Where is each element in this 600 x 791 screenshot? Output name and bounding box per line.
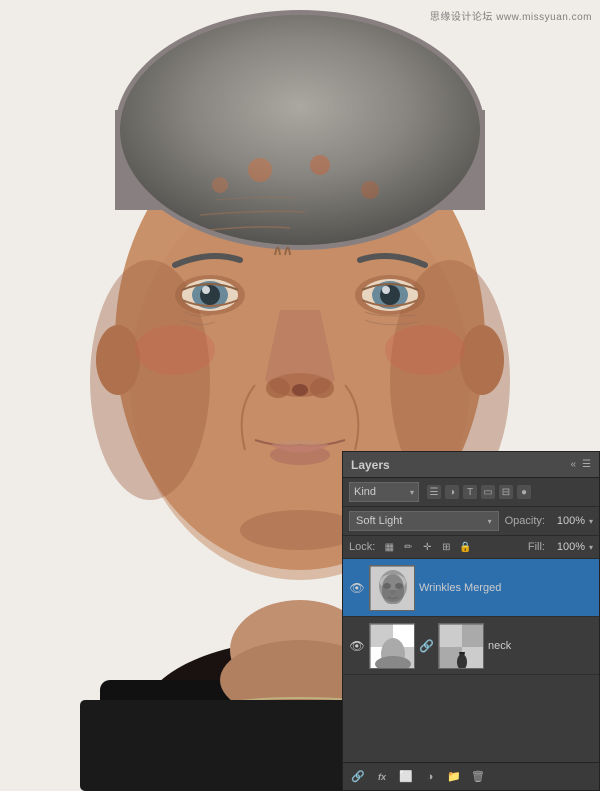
opacity-value[interactable]: 100% xyxy=(549,515,585,527)
add-group-button[interactable]: 📁 xyxy=(445,768,463,786)
kind-chevron-icon: ▾ xyxy=(410,488,414,497)
kind-dropdown-label: Kind xyxy=(354,486,376,498)
layer-link-icon: 🔗 xyxy=(419,639,434,653)
lock-row: Lock: ▦ ✏ ✛ ⊞ 🔒 Fill: 100% ▾ xyxy=(343,536,599,559)
shape-filter-icon[interactable]: ▭ xyxy=(481,485,495,499)
panel-header: Layers « ☰ xyxy=(343,452,599,478)
layer-mask-thumbnail xyxy=(438,623,484,669)
layer-item[interactable]: 👁 xyxy=(343,559,599,617)
layers-area: 👁 xyxy=(343,559,599,762)
layer-visibility-toggle[interactable]: 👁 xyxy=(349,639,365,653)
layer-thumbnail xyxy=(369,623,415,669)
watermark: 思缘设计论坛 www.missyuan.com xyxy=(430,8,592,23)
add-mask-button[interactable]: ⬜ xyxy=(397,768,415,786)
pixel-filter-icon[interactable]: ☰ xyxy=(427,485,441,499)
opacity-chevron-icon: ▾ xyxy=(589,517,593,526)
layer-name: neck xyxy=(488,640,593,652)
panel-menu-button[interactable]: ☰ xyxy=(582,459,591,470)
blend-chevron-icon: ▾ xyxy=(488,517,492,526)
opacity-group: Opacity: 100% ▾ xyxy=(505,515,593,527)
opacity-label: Opacity: xyxy=(505,515,545,527)
fill-chevron-icon: ▾ xyxy=(589,543,593,552)
delete-layer-button[interactable]: 🗑 xyxy=(469,768,487,786)
panel-controls: « ☰ xyxy=(570,459,591,470)
fill-label: Fill: xyxy=(528,541,545,553)
lock-transparency-icon[interactable]: ▦ xyxy=(381,539,397,555)
blend-mode-row: Soft Light ▾ Opacity: 100% ▾ xyxy=(343,507,599,536)
add-fx-button[interactable]: fx xyxy=(373,768,391,786)
layer-thumbnail xyxy=(369,565,415,611)
layers-panel: Layers « ☰ Kind ▾ ☰ ◑ T ▭ ⊟ ● Soft Light… xyxy=(342,451,600,791)
kind-dropdown[interactable]: Kind ▾ xyxy=(349,482,419,502)
fill-group: Fill: 100% ▾ xyxy=(528,541,593,553)
lock-label: Lock: xyxy=(349,541,375,553)
panel-title: Layers xyxy=(351,458,390,472)
layer-name: Wrinkles Merged xyxy=(419,582,593,594)
fill-value[interactable]: 100% xyxy=(549,541,585,553)
lock-position-icon[interactable]: ✛ xyxy=(419,539,435,555)
lock-all-icon[interactable]: 🔒 xyxy=(457,539,473,555)
smart-object-filter-icon[interactable]: ⊟ xyxy=(499,485,513,499)
panel-footer: 🔗 fx ⬜ ◑ 📁 🗑 xyxy=(343,762,599,790)
layer-visibility-toggle[interactable]: 👁 xyxy=(349,581,365,595)
kind-icons: ☰ ◑ T ▭ ⊟ ● xyxy=(427,485,531,499)
lock-icons: ▦ ✏ ✛ ⊞ 🔒 xyxy=(381,539,473,555)
color-filter-icon[interactable]: ● xyxy=(517,485,531,499)
kind-row: Kind ▾ ☰ ◑ T ▭ ⊟ ● xyxy=(343,478,599,507)
add-adjustment-button[interactable]: ◑ xyxy=(421,768,439,786)
blend-mode-dropdown[interactable]: Soft Light ▾ xyxy=(349,511,499,531)
type-filter-icon[interactable]: T xyxy=(463,485,477,499)
layer-item[interactable]: 👁 🔗 xyxy=(343,617,599,675)
adjustment-filter-icon[interactable]: ◑ xyxy=(445,485,459,499)
lock-artboard-icon[interactable]: ⊞ xyxy=(438,539,454,555)
lock-image-icon[interactable]: ✏ xyxy=(400,539,416,555)
link-layers-button[interactable]: 🔗 xyxy=(349,768,367,786)
blend-mode-value: Soft Light xyxy=(356,515,402,527)
panel-collapse-button[interactable]: « xyxy=(570,459,576,470)
